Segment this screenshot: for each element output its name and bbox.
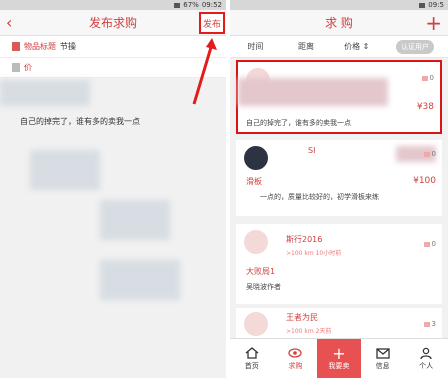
comment-count: 0 xyxy=(424,150,436,158)
add-request-button[interactable]: + xyxy=(425,10,442,36)
request-card[interactable]: SI 0 滑板 ¥100 一点的，质量比较好的，初学滑板来练 xyxy=(236,140,442,216)
filter-price[interactable]: 价格 ⇕ xyxy=(331,41,382,52)
annotation-arrow-icon xyxy=(192,38,217,105)
tab-sell[interactable]: + 我要卖 xyxy=(317,339,361,378)
blurred-region xyxy=(100,260,180,300)
bottom-tab-bar: 首页 求购 + 我要卖 信息 个人 xyxy=(230,338,448,378)
item-title-label: 物品标题 xyxy=(24,42,56,51)
request-text: 吴晓波作者 xyxy=(246,283,281,291)
request-text: 一点的，质量比较好的，初学滑板来练 xyxy=(260,193,379,201)
tab-label: 求购 xyxy=(288,361,303,370)
screenshot-composite: 67% 09:52 ‹ 发布求购 发布 物品标题 节操 价 自己的掉完了，谁有多… xyxy=(0,0,448,378)
clock: 09:5 xyxy=(428,1,444,9)
user-name: 斯行2016 xyxy=(286,235,323,244)
filter-bar: 时间 距离 价格 ⇕ 认证用户 xyxy=(230,36,448,58)
bookmark-icon xyxy=(12,42,20,51)
status-bar: 09:5 xyxy=(230,0,448,10)
avatar xyxy=(244,146,268,170)
home-icon xyxy=(245,346,259,359)
filter-distance[interactable]: 距离 xyxy=(281,41,332,52)
request-title: 滑板 xyxy=(246,177,262,186)
price: ¥38 xyxy=(416,102,434,112)
signal-icon xyxy=(419,2,426,8)
publish-button[interactable]: 发布 xyxy=(199,12,225,34)
person-icon xyxy=(420,347,432,359)
request-title: 大败局1 xyxy=(246,267,276,276)
tab-requests[interactable]: 求购 xyxy=(274,339,318,378)
distance-time: >100 km 2天前 xyxy=(286,328,332,335)
tab-label: 我要卖 xyxy=(328,361,350,370)
price: ¥100 xyxy=(413,176,436,186)
distance-time: >100 km 10小时前 xyxy=(286,250,342,257)
certified-user-toggle[interactable]: 认证用户 xyxy=(396,39,435,54)
mail-icon xyxy=(375,347,390,359)
user-name: SI xyxy=(308,146,316,155)
coin-icon xyxy=(12,63,20,72)
header-bar: 求 购 + xyxy=(230,10,448,36)
comment-count: 3 xyxy=(424,320,436,328)
blurred-region xyxy=(238,78,388,106)
tab-profile[interactable]: 个人 xyxy=(404,339,448,378)
plus-icon: + xyxy=(332,343,346,363)
comment-count: 0 xyxy=(424,240,436,248)
filter-time[interactable]: 时间 xyxy=(230,41,281,52)
tab-home[interactable]: 首页 xyxy=(230,339,274,378)
blurred-region xyxy=(0,80,90,106)
request-card[interactable]: 王者为民 >100 km 2天前 3 xyxy=(236,308,442,340)
avatar xyxy=(244,230,268,254)
header-bar: ‹ 发布求购 发布 xyxy=(0,10,226,36)
status-bar: 67% 09:52 xyxy=(0,0,226,10)
request-text: 自己的掉完了，谁有多的卖我一点 xyxy=(246,119,351,127)
page-title: 发布求购 xyxy=(88,16,137,30)
item-title-value: 节操 xyxy=(60,42,76,51)
buy-requests-screen: 09:5 求 购 + 时间 距离 价格 ⇕ 认证用户 0 ¥38 自己的掉完了，… xyxy=(230,0,448,378)
comment-count: 0 xyxy=(422,74,434,82)
blurred-region xyxy=(100,200,170,240)
page-title: 求 购 xyxy=(325,16,353,30)
blurred-region xyxy=(30,150,100,190)
tab-label: 个人 xyxy=(419,361,434,370)
tab-label: 信息 xyxy=(375,361,390,370)
publish-request-screen: 67% 09:52 ‹ 发布求购 发布 物品标题 节操 价 自己的掉完了，谁有多… xyxy=(0,0,226,378)
signal-icon xyxy=(174,2,181,8)
tab-messages[interactable]: 信息 xyxy=(361,339,405,378)
description-text[interactable]: 自己的掉完了，谁有多的卖我一点 xyxy=(20,116,140,127)
eye-icon xyxy=(288,347,303,358)
clock: 09:52 xyxy=(201,1,222,9)
price-label: 价 xyxy=(24,63,32,72)
request-card[interactable]: 0 ¥38 自己的掉完了，谁有多的卖我一点 xyxy=(236,60,442,134)
user-name: 王者为民 xyxy=(286,313,318,322)
avatar xyxy=(244,312,268,336)
tab-label: 首页 xyxy=(244,361,259,370)
request-card[interactable]: 斯行2016 >100 km 10小时前 0 大败局1 吴晓波作者 xyxy=(236,224,442,304)
battery-level: 67% xyxy=(183,1,199,9)
